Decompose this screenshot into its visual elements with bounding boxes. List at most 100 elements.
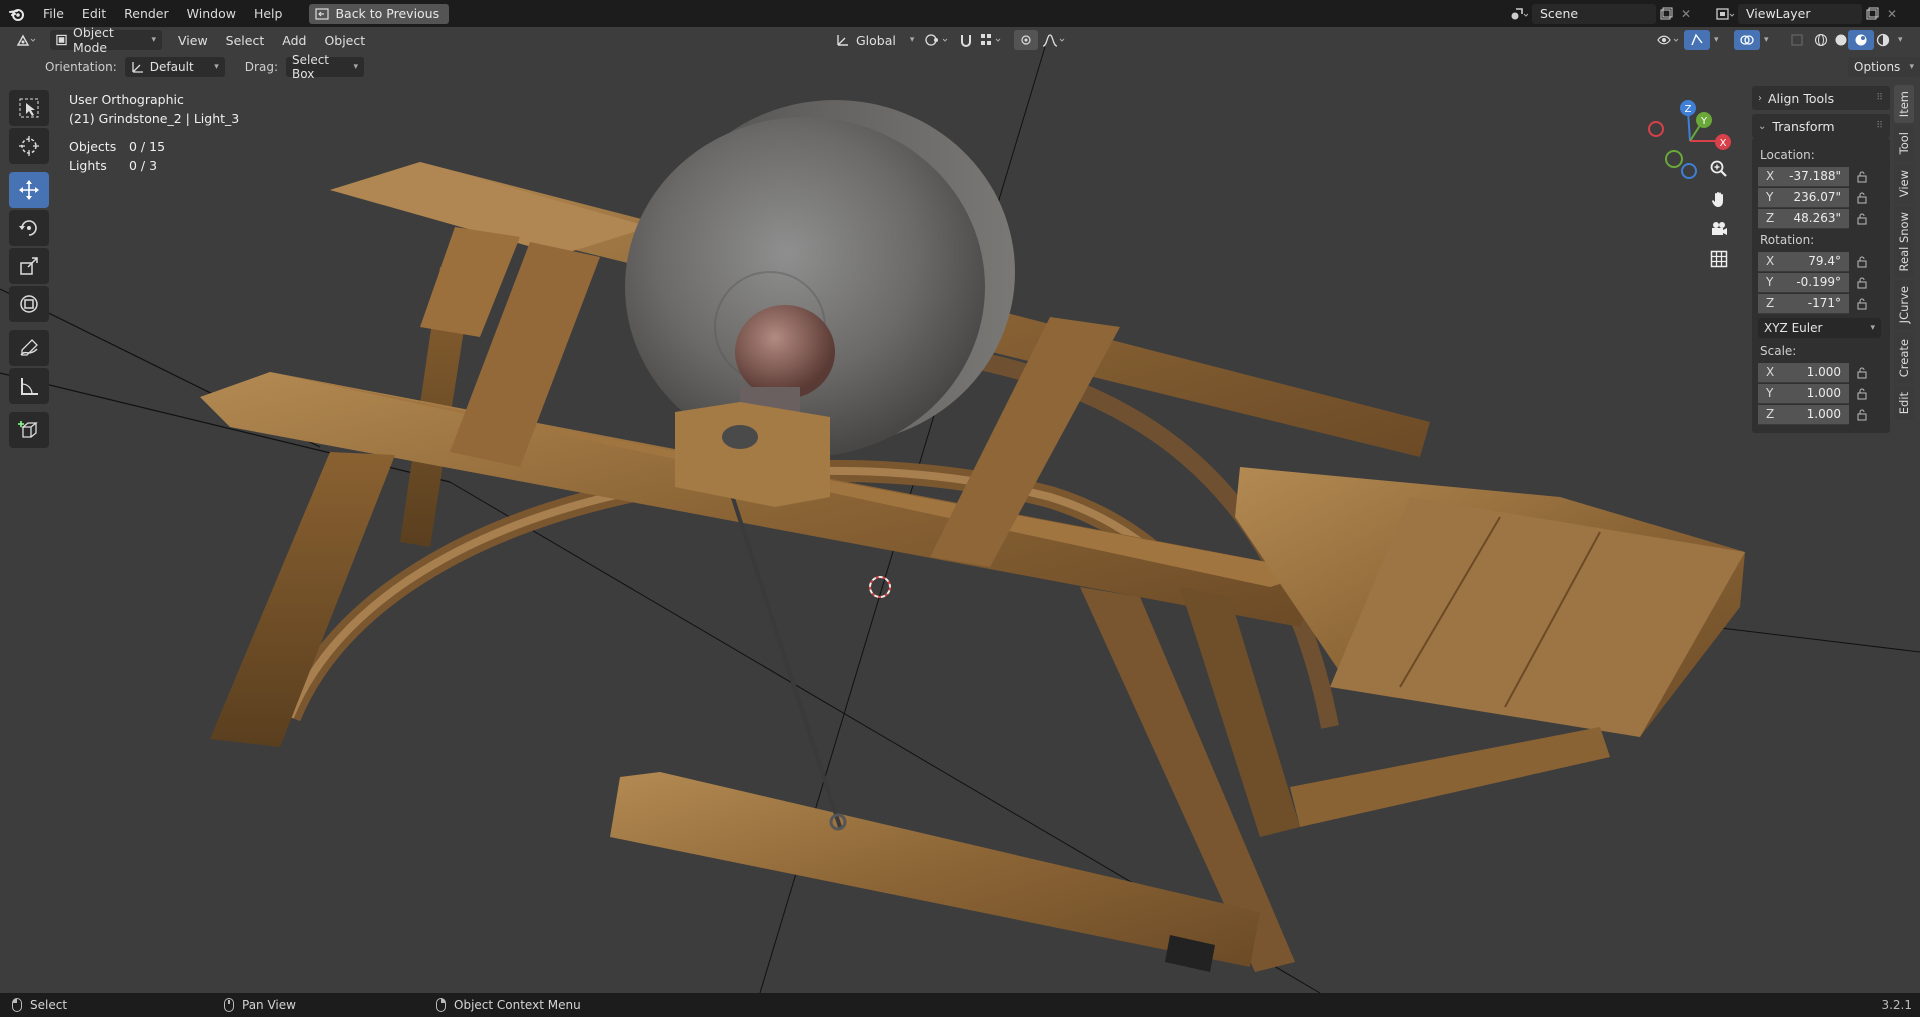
scale-x-field[interactable]: X 1.000 (1758, 362, 1849, 383)
tab-view[interactable]: View (1894, 163, 1914, 203)
measure-tool[interactable] (9, 368, 49, 404)
drag-handle-icon[interactable]: ⠿ (1876, 121, 1884, 131)
toggle-projection-button[interactable] (1704, 245, 1734, 273)
location-z-field[interactable]: Z 48.263" (1758, 208, 1849, 229)
axis-label: X (1766, 254, 1775, 268)
menu-object[interactable]: Object (318, 30, 371, 50)
tab-label: View (1897, 169, 1911, 197)
orientation-setting-dropdown[interactable]: Default ▾ (124, 57, 225, 77)
menu-help[interactable]: Help (245, 0, 292, 27)
tab-jcurve[interactable]: JCurve (1894, 280, 1914, 330)
options-dropdown[interactable]: Options ▾ (1848, 57, 1920, 77)
menu-add[interactable]: Add (276, 30, 312, 50)
scale-y-field[interactable]: Y 1.000 (1758, 383, 1849, 404)
view-layer-name-field[interactable]: ViewLayer (1738, 3, 1862, 24)
visibility-selectability-icon[interactable] (1650, 30, 1688, 50)
transform-orientation-dropdown[interactable]: Global ▾ (830, 30, 920, 50)
overlay-options-icon[interactable]: ▾ (1758, 30, 1775, 50)
menu-view[interactable]: View (172, 30, 214, 50)
scene-name-field[interactable]: Scene (1532, 3, 1656, 24)
lock-icon[interactable] (1849, 171, 1875, 183)
grindstone-model-render[interactable] (0, 27, 1920, 993)
tab-item[interactable]: Item (1894, 85, 1914, 124)
location-y-field[interactable]: Y 236.07" (1758, 187, 1849, 208)
menu-render[interactable]: Render (115, 0, 178, 27)
tab-create[interactable]: Create (1894, 332, 1914, 383)
tab-tool[interactable]: Tool (1894, 126, 1914, 161)
camera-view-button[interactable] (1704, 215, 1734, 243)
lock-icon[interactable] (1849, 277, 1875, 289)
back-to-previous-button[interactable]: Back to Previous (309, 3, 450, 24)
pan-view-button[interactable] (1704, 185, 1734, 213)
zoom-view-button[interactable] (1704, 155, 1734, 183)
new-scene-icon[interactable] (1656, 4, 1676, 24)
scene-icon[interactable] (1506, 4, 1532, 24)
move-tool[interactable] (9, 172, 49, 208)
add-cube-tool[interactable] (9, 412, 49, 448)
pivot-point-icon[interactable] (918, 30, 956, 50)
cursor-tool[interactable] (9, 128, 49, 164)
scale-z-field[interactable]: Z 1.000 (1758, 404, 1849, 425)
transform-tool[interactable] (9, 286, 49, 322)
object-mode-label: Object Mode (73, 27, 114, 55)
show-overlays-icon[interactable] (1734, 30, 1760, 50)
lock-icon[interactable] (1849, 388, 1875, 400)
menu-select[interactable]: Select (220, 30, 271, 50)
blender-logo-icon[interactable] (0, 0, 34, 27)
lock-icon[interactable] (1849, 192, 1875, 204)
delete-scene-icon[interactable]: ✕ (1676, 4, 1696, 24)
show-gizmo-icon[interactable] (1684, 30, 1710, 50)
object-mode-icon (56, 34, 67, 46)
transform-panel-header[interactable]: ⌄ Transform ⠿ (1752, 114, 1890, 138)
menu-edit[interactable]: Edit (73, 0, 115, 27)
scale-tool[interactable] (9, 248, 49, 284)
menu-window[interactable]: Window (178, 0, 245, 27)
rotation-mode-dropdown[interactable]: XYZ Euler ▾ (1758, 318, 1881, 338)
drag-setting-dropdown[interactable]: Select Box ▾ (285, 53, 364, 81)
view-layer-icon[interactable] (1712, 4, 1738, 24)
location-y-row: Y 236.07" (1758, 187, 1884, 208)
lock-icon[interactable] (1849, 256, 1875, 268)
snap-target-icon[interactable] (974, 30, 1012, 50)
rotation-x-field[interactable]: X 79.4° (1758, 251, 1849, 272)
axis-label: Y (1766, 275, 1774, 289)
value: 1.000 (1806, 386, 1841, 400)
lock-icon[interactable] (1849, 298, 1875, 310)
new-view-layer-icon[interactable] (1862, 4, 1882, 24)
rotation-y-field[interactable]: Y -0.199° (1758, 272, 1849, 293)
select-box-icon (19, 98, 39, 118)
lock-icon[interactable] (1849, 409, 1875, 421)
align-tools-panel-header[interactable]: › Align Tools ⠿ (1752, 86, 1890, 110)
3d-viewport[interactable]: Object Mode ▾ View Select Add Object Glo… (0, 27, 1920, 993)
shading-options-icon[interactable]: ▾ (1892, 30, 1909, 50)
drag-setting-value: Select Box (291, 53, 330, 81)
orientation-label: Global (856, 32, 896, 48)
lock-icon[interactable] (1849, 213, 1875, 225)
tab-label: Edit (1897, 391, 1911, 415)
menu-file[interactable]: File (34, 0, 73, 27)
gizmo-options-icon[interactable]: ▾ (1708, 30, 1725, 50)
annotate-tool[interactable] (9, 330, 49, 366)
sidebar-n-panel: › Align Tools ⠿ ⌄ Transform ⠿ Location: … (1752, 86, 1890, 466)
delete-view-layer-icon[interactable]: ✕ (1882, 4, 1902, 24)
lock-icon[interactable] (1849, 367, 1875, 379)
location-z-row: Z 48.263" (1758, 208, 1884, 229)
editor-type-icon[interactable] (10, 30, 44, 50)
tab-edit[interactable]: Edit (1894, 385, 1914, 421)
location-x-field[interactable]: X -37.188" (1758, 166, 1849, 187)
object-mode-dropdown[interactable]: Object Mode ▾ (50, 27, 162, 55)
rotation-z-field[interactable]: Z -171° (1758, 293, 1849, 314)
proportional-editing-icon[interactable] (1014, 30, 1038, 50)
chevron-down-icon: ▾ (1909, 62, 1914, 72)
drag-handle-icon[interactable]: ⠿ (1876, 93, 1884, 103)
falloff-icon[interactable] (1036, 30, 1072, 50)
tab-real-snow[interactable]: Real Snow (1894, 205, 1914, 278)
tool-settings-bar: Orientation: Default ▾ Drag: Select Box … (0, 53, 1920, 81)
rotation-x-row: X 79.4° (1758, 251, 1884, 272)
value: 1.000 (1806, 365, 1841, 379)
select-box-tool[interactable] (9, 90, 49, 126)
rotate-tool[interactable] (9, 210, 49, 246)
chevron-down-icon: ▾ (1870, 323, 1875, 333)
cursor-icon (19, 136, 39, 156)
xray-toggle-icon[interactable] (1784, 30, 1810, 50)
